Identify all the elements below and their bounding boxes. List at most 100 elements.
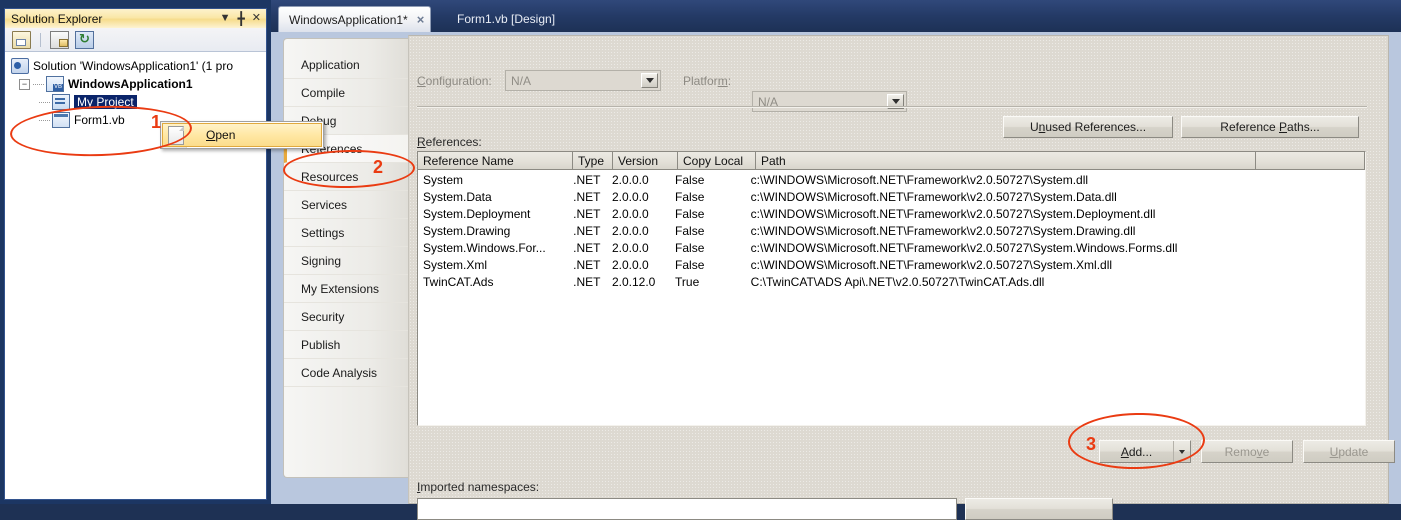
collapse-icon[interactable]: − [19, 78, 30, 90]
cell-type: .NET [573, 189, 601, 204]
sidebar-item-security[interactable]: Security [284, 303, 408, 331]
table-row[interactable]: System .NET 2.0.0.0 False c:\WINDOWS\Mic… [418, 171, 1365, 188]
solution-icon [11, 58, 29, 74]
references-page: Configuration: N/A Platform: N/A Referen… [408, 35, 1395, 520]
table-row[interactable]: TwinCAT.Ads .NET 2.0.12.0 True C:\TwinCA… [418, 273, 1365, 290]
close-icon[interactable]: × [417, 12, 425, 27]
show-all-files-icon[interactable] [50, 30, 69, 49]
cell-reference-name: System [423, 172, 464, 187]
imported-namespaces-input[interactable] [417, 498, 957, 520]
cell-version: 2.0.0.0 [611, 223, 649, 238]
grid-rows: System .NET 2.0.0.0 False c:\WINDOWS\Mic… [418, 170, 1365, 425]
cell-path: c:\WINDOWS\Microsoft.NET\Framework\v2.0.… [750, 240, 1178, 255]
sidebar-item-application[interactable]: Application [284, 51, 408, 79]
separator [417, 106, 1367, 108]
cell-path: c:\WINDOWS\Microsoft.NET\Framework\v2.0.… [750, 189, 1117, 204]
platform-label: Platform: [683, 74, 732, 88]
references-grid[interactable]: Reference Name Type Version Copy Local P… [417, 151, 1366, 426]
chevron-down-icon[interactable]: ▼ [220, 13, 231, 24]
column-header-blank[interactable] [1256, 152, 1365, 169]
properties-icon[interactable] [12, 30, 31, 49]
document-tabstrip: WindowsApplication1* × Form1.vb [Design] [271, 0, 1401, 32]
add-button[interactable]: Add... [1099, 440, 1191, 463]
table-row[interactable]: System.Deployment .NET 2.0.0.0 False c:\… [418, 205, 1365, 222]
property-pages: Application Compile Debug References Res… [283, 35, 1401, 520]
tree-item-label: Solution 'WindowsApplication1' (1 pro [33, 59, 234, 73]
sidebar-item-label: Code Analysis [301, 365, 378, 380]
grid-header-row: Reference Name Type Version Copy Local P… [418, 152, 1365, 170]
cell-path: c:\WINDOWS\Microsoft.NET\Framework\v2.0.… [750, 206, 1156, 221]
tree-item-label: WindowsApplication1 [68, 77, 193, 91]
column-header-copy-local[interactable]: Copy Local [678, 152, 756, 169]
sidebar-item-label: Publish [301, 337, 341, 352]
table-row[interactable]: System.Windows.For... .NET 2.0.0.0 False… [418, 239, 1365, 256]
cell-reference-name: System.Drawing [423, 223, 511, 238]
table-row[interactable]: System.Data .NET 2.0.0.0 False c:\WINDOW… [418, 188, 1365, 205]
form-icon [52, 112, 70, 128]
cell-copy-local: False [675, 189, 705, 204]
cell-version: 2.0.12.0 [611, 274, 656, 289]
vb-project-icon [46, 76, 64, 92]
cell-version: 2.0.0.0 [611, 206, 649, 221]
context-menu: Open [160, 121, 324, 149]
cell-type: .NET [573, 257, 601, 272]
cell-copy-local: False [675, 172, 705, 187]
solution-explorer-titlebar: Solution Explorer ▼ ╋ ✕ [5, 9, 266, 29]
table-row[interactable]: System.Xml .NET 2.0.0.0 False c:\WINDOWS… [418, 256, 1365, 273]
sidebar-item-publish[interactable]: Publish [284, 331, 408, 359]
reference-paths-button[interactable]: Reference Paths... [1181, 116, 1359, 138]
my-project-icon [52, 94, 70, 110]
sidebar-item-label: Security [301, 309, 345, 324]
sidebar-item-signing[interactable]: Signing [284, 247, 408, 275]
sidebar-item-settings[interactable]: Settings [284, 219, 408, 247]
tree-item-project[interactable]: − WindowsApplication1 [5, 75, 266, 93]
configuration-select[interactable]: N/A [505, 70, 661, 91]
sidebar-item-compile[interactable]: Compile [284, 79, 408, 107]
remove-button[interactable]: Remove [1201, 440, 1293, 463]
cell-type: .NET [573, 274, 601, 289]
tree-item-my-project[interactable]: My Project [5, 93, 266, 111]
cell-reference-name: System.Windows.For... [423, 240, 546, 255]
tree-line [39, 119, 50, 121]
update-button[interactable]: Update [1303, 440, 1395, 463]
sidebar-item-label: Settings [301, 225, 345, 240]
cell-version: 2.0.0.0 [611, 172, 649, 187]
table-row[interactable]: System.Drawing .NET 2.0.0.0 False c:\WIN… [418, 222, 1365, 239]
pin-icon[interactable]: ╋ [238, 12, 245, 25]
context-menu-item-open[interactable]: Open [162, 123, 322, 147]
close-icon[interactable]: ✕ [252, 13, 261, 24]
refresh-icon[interactable] [75, 30, 94, 49]
tab-windowsapplication1[interactable]: WindowsApplication1* × [278, 6, 432, 32]
sidebar-item-code-analysis[interactable]: Code Analysis [284, 359, 408, 387]
add-user-import-button[interactable] [965, 498, 1113, 520]
solution-explorer-toolbar [5, 28, 266, 52]
tree-line [39, 101, 50, 103]
unused-references-button[interactable]: Unused References... [1003, 116, 1173, 138]
tree-item-solution[interactable]: Solution 'WindowsApplication1' (1 pro [5, 57, 266, 75]
column-header-version[interactable]: Version [613, 152, 678, 169]
sidebar-item-my-extensions[interactable]: My Extensions [284, 275, 408, 303]
sidebar-item-label: Services [301, 197, 348, 212]
property-pages-host: Application Compile Debug References Res… [271, 32, 1401, 520]
chevron-down-icon[interactable] [641, 73, 658, 88]
cell-version: 2.0.0.0 [611, 257, 649, 272]
solution-tree: Solution 'WindowsApplication1' (1 pro − … [5, 52, 266, 499]
sidebar-item-label: My Extensions [301, 281, 380, 296]
references-label: References: [417, 135, 482, 149]
sidebar-item-resources[interactable]: Resources [284, 163, 408, 191]
document-icon [168, 125, 184, 145]
platform-select[interactable]: N/A [752, 91, 907, 112]
cell-version: 2.0.0.0 [611, 189, 649, 204]
cell-type: .NET [573, 206, 601, 221]
column-header-reference-name[interactable]: Reference Name [418, 152, 573, 169]
tab-form1-design[interactable]: Form1.vb [Design] [449, 6, 563, 32]
cell-reference-name: System.Deployment [423, 206, 531, 221]
chevron-down-icon[interactable] [1174, 449, 1190, 454]
column-header-path[interactable]: Path [756, 152, 1256, 169]
tree-item-label: My Project [74, 95, 137, 109]
cell-reference-name: System.Xml [423, 257, 488, 272]
column-header-type[interactable]: Type [573, 152, 613, 169]
sidebar-item-services[interactable]: Services [284, 191, 408, 219]
editor-area: WindowsApplication1* × Form1.vb [Design]… [271, 0, 1401, 520]
button-label: Unused References... [1029, 120, 1147, 134]
